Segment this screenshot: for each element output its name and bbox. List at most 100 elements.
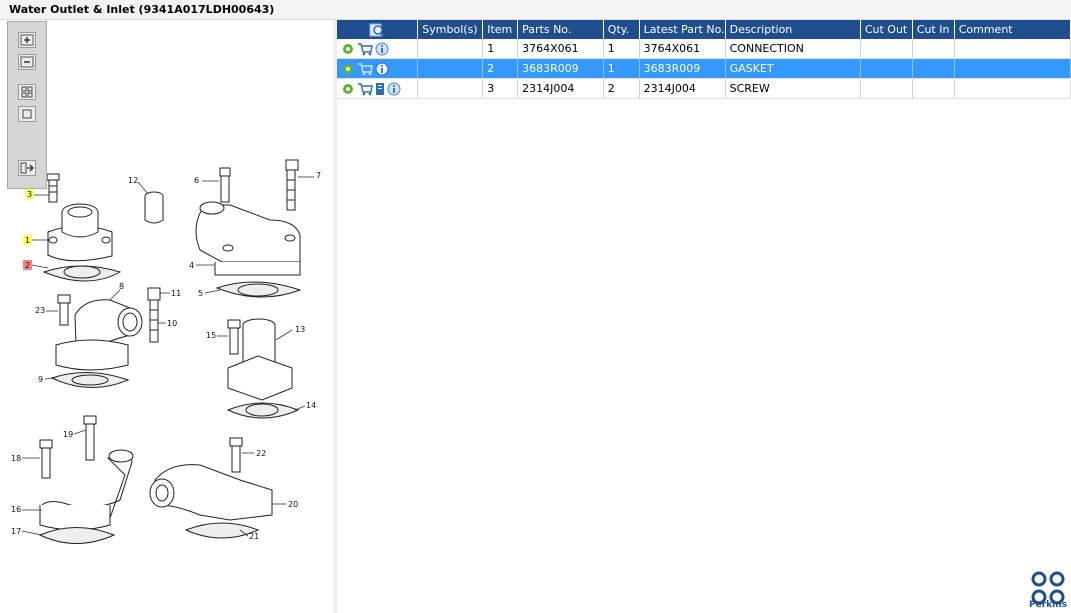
collapse-panel-icon xyxy=(20,162,34,174)
callout[interactable]: 19 xyxy=(63,430,73,439)
callout[interactable]: 9 xyxy=(38,375,43,384)
part-group-thermostat-housing xyxy=(195,159,302,298)
callout[interactable]: 23 xyxy=(35,306,45,315)
table-row[interactable]: 1 3764X061 1 3764X061 CONNECTION xyxy=(337,39,1071,59)
cell-parts-no: 2314J004 xyxy=(517,78,604,99)
cart-icon[interactable] xyxy=(357,42,373,56)
zoom-out-button[interactable] xyxy=(18,54,36,70)
callout[interactable]: 15 xyxy=(206,331,216,340)
column-header-item[interactable]: Item xyxy=(482,20,519,39)
part-group-water-pipe xyxy=(226,318,300,419)
cell-item: 3 xyxy=(482,78,519,99)
callout[interactable]: 8 xyxy=(119,282,124,291)
callout[interactable]: 6 xyxy=(194,176,199,185)
cart-icon[interactable] xyxy=(357,82,373,96)
callout[interactable]: 22 xyxy=(256,449,266,458)
brand-name: Perkins xyxy=(1029,600,1067,610)
table-row[interactable]: 3 2314J004 2 2314J004 SCREW xyxy=(337,78,1071,99)
row-actions xyxy=(337,78,419,99)
cell-qty: 1 xyxy=(603,39,640,59)
part-group-sleeve xyxy=(144,191,164,224)
parts-list-pane: Symbol(s) Item Parts No. Qty. Latest Par… xyxy=(337,20,1071,613)
info-icon[interactable] xyxy=(387,82,401,96)
zoom-in-icon xyxy=(20,34,34,46)
column-header-qty[interactable]: Qty. xyxy=(603,20,640,39)
callout[interactable]: 17 xyxy=(11,527,21,536)
cell-description: GASKET xyxy=(725,58,861,79)
callout[interactable]: 3 xyxy=(27,190,32,199)
cell-item: 1 xyxy=(482,39,519,59)
diagram-pane[interactable]: 3 1 2 12 6 7 4 5 8 11 23 10 9 15 13 14 1… xyxy=(0,20,333,613)
parts-table: Symbol(s) Item Parts No. Qty. Latest Par… xyxy=(337,20,1071,99)
callout[interactable]: 2 xyxy=(25,261,30,270)
callout[interactable]: 11 xyxy=(171,289,181,298)
cell-comment xyxy=(954,78,1071,99)
part-group-elbow xyxy=(50,287,161,389)
cell-symbols xyxy=(417,58,484,79)
callout[interactable]: 14 xyxy=(306,401,316,410)
callout[interactable]: 20 xyxy=(288,500,298,509)
column-header-description[interactable]: Description xyxy=(725,20,861,39)
cell-latest-part-no: 2314J004 xyxy=(639,78,726,99)
part-group-outlet-connection xyxy=(42,173,122,282)
cart-icon[interactable] xyxy=(357,62,373,76)
fit-all-button[interactable] xyxy=(18,84,36,100)
cell-parts-no: 3683R009 xyxy=(517,58,604,79)
cell-qty: 2 xyxy=(603,78,640,99)
exploded-diagram[interactable]: 3 1 2 12 6 7 4 5 8 11 23 10 9 15 13 14 1… xyxy=(0,20,333,613)
callout[interactable]: 21 xyxy=(249,532,259,541)
cell-symbols xyxy=(417,78,484,99)
cell-latest-part-no: 3683R009 xyxy=(639,58,726,79)
actual-size-button[interactable] xyxy=(18,106,36,122)
cell-cut-out xyxy=(860,39,913,59)
settings-icon[interactable] xyxy=(341,82,355,96)
zoom-in-button[interactable] xyxy=(18,32,36,48)
search-parts-icon[interactable] xyxy=(369,22,385,38)
column-header-comment[interactable]: Comment xyxy=(954,20,1071,39)
part-group-bend xyxy=(38,415,134,544)
column-header-parts-no[interactable]: Parts No. xyxy=(517,20,604,39)
column-header-symbols[interactable]: Symbol(s) xyxy=(417,20,484,39)
info-icon[interactable] xyxy=(375,62,389,76)
callout[interactable]: 4 xyxy=(189,261,194,270)
callout[interactable]: 18 xyxy=(11,454,21,463)
hide-toolbar-button[interactable] xyxy=(18,160,36,176)
cell-cut-in xyxy=(912,39,955,59)
table-header-row: Symbol(s) Item Parts No. Qty. Latest Par… xyxy=(337,20,1071,39)
window-title-bar: Water Outlet & Inlet (9341A017LDH00643) xyxy=(0,0,1071,20)
column-header-cut-out[interactable]: Cut Out xyxy=(860,20,913,39)
actual-size-icon xyxy=(22,109,32,119)
window-title: Water Outlet & Inlet (9341A017LDH00643) xyxy=(9,3,275,16)
cell-cut-out xyxy=(860,58,913,79)
cell-qty: 1 xyxy=(603,58,640,79)
callout[interactable]: 16 xyxy=(11,505,21,514)
row-actions xyxy=(337,58,419,79)
cell-symbols xyxy=(417,39,484,59)
column-header-latest-part-no[interactable]: Latest Part No. xyxy=(639,20,726,39)
settings-icon[interactable] xyxy=(341,62,355,76)
cell-item: 2 xyxy=(482,58,519,79)
info-icon[interactable] xyxy=(375,42,389,56)
callout[interactable]: 1 xyxy=(25,236,30,245)
callout[interactable]: 10 xyxy=(167,319,177,328)
column-header-cut-in[interactable]: Cut In xyxy=(912,20,955,39)
zoom-out-icon xyxy=(20,56,34,68)
cell-cut-in xyxy=(912,78,955,99)
callout[interactable]: 12 xyxy=(128,176,138,185)
cell-latest-part-no: 3764X061 xyxy=(639,39,726,59)
table-row-selected[interactable]: 2 3683R009 1 3683R009 GASKET xyxy=(337,58,1071,79)
column-header-actions[interactable] xyxy=(337,20,419,39)
cell-comment xyxy=(954,58,1071,79)
cell-description: CONNECTION xyxy=(725,39,861,59)
cell-cut-in xyxy=(912,58,955,79)
document-icon[interactable] xyxy=(375,82,385,96)
cell-comment xyxy=(954,39,1071,59)
callout[interactable]: 13 xyxy=(295,325,305,334)
cell-parts-no: 3764X061 xyxy=(517,39,604,59)
callout[interactable]: 7 xyxy=(316,171,321,180)
row-actions xyxy=(337,39,419,59)
callout[interactable]: 5 xyxy=(198,289,203,298)
fit-all-icon xyxy=(21,86,33,98)
zoom-toolbar xyxy=(7,21,47,189)
settings-icon[interactable] xyxy=(341,42,355,56)
